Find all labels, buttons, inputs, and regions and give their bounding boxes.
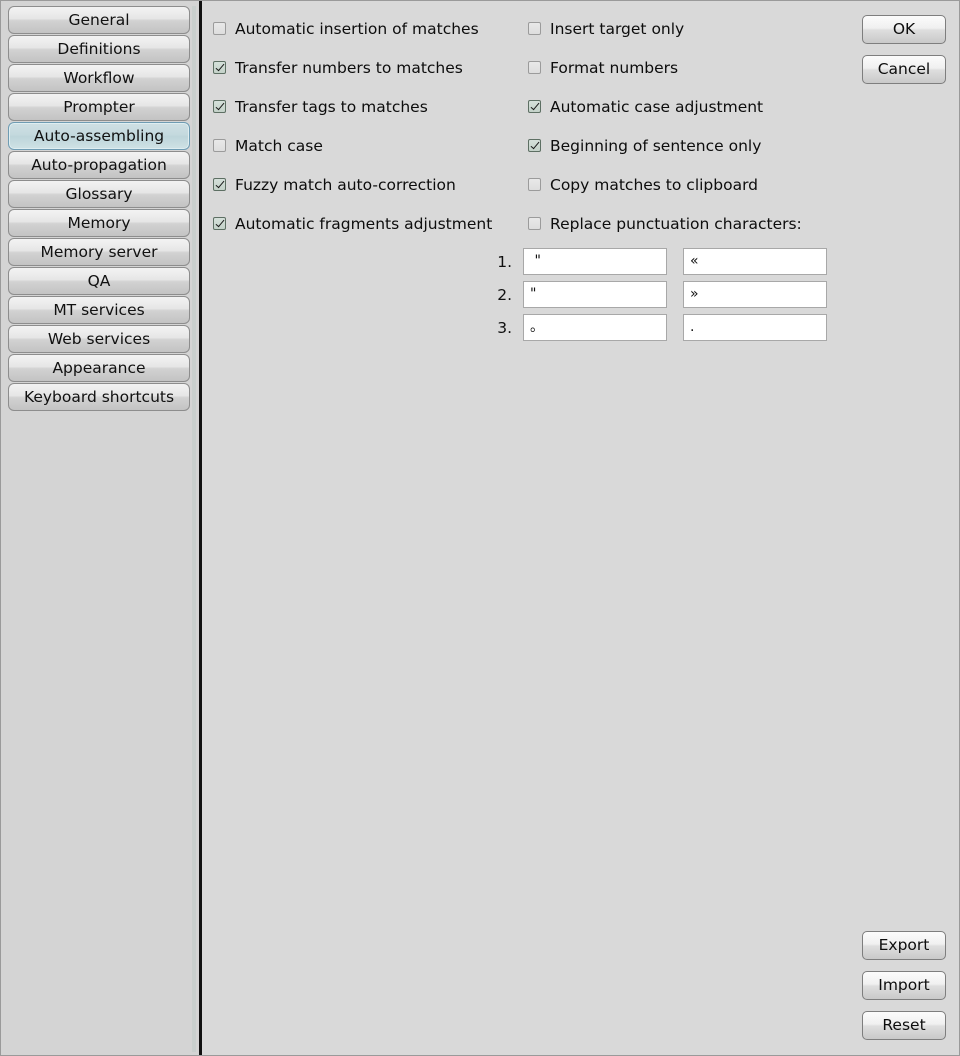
auto-assembling-panel: Automatic insertion of matches Transfer n… <box>202 1 959 1055</box>
checkbox-row-transfer-tags-to-matches[interactable]: Transfer tags to matches <box>213 87 539 126</box>
export-button[interactable]: Export <box>862 931 946 960</box>
checkbox-label: Transfer tags to matches <box>235 97 428 116</box>
preferences-sidebar: General Definitions Workflow Prompter Auto-a… <box>1 1 199 1055</box>
checkbox-label: Match case <box>235 136 323 155</box>
checkbox-row-automatic-case-adjustment[interactable]: Automatic case adjustment <box>528 87 858 126</box>
sidebar-item-web-services[interactable]: Web services <box>8 325 190 353</box>
sidebar-scrollbar-track[interactable] <box>192 6 196 1052</box>
checkbox-row-automatic-fragments-adjustment[interactable]: Automatic fragments adjustment <box>213 204 539 243</box>
punctuation-source-field[interactable]: " <box>523 248 667 275</box>
checkbox-row-insert-target-only[interactable]: Insert target only <box>528 9 858 48</box>
checkbox-checked-icon[interactable] <box>213 178 226 191</box>
options-right-column: Insert target only Format numbers Automati… <box>528 9 858 243</box>
checkbox-checked-icon[interactable] <box>213 217 226 230</box>
checkbox-row-fuzzy-match-auto-correction[interactable]: Fuzzy match auto-correction <box>213 165 539 204</box>
checkbox-checked-icon[interactable] <box>528 139 541 152</box>
checkbox-unchecked-icon[interactable] <box>213 22 226 35</box>
sidebar-item-auto-propagation[interactable]: Auto-propagation <box>8 151 190 179</box>
reset-button[interactable]: Reset <box>862 1011 946 1040</box>
import-button[interactable]: Import <box>862 971 946 1000</box>
checkbox-label: Transfer numbers to matches <box>235 58 463 77</box>
punctuation-row: 1. " « <box>490 248 850 275</box>
sidebar-item-general[interactable]: General <box>8 6 190 34</box>
punctuation-row: 3. 。. <box>490 314 850 341</box>
checkbox-unchecked-icon[interactable] <box>528 22 541 35</box>
sidebar-item-definitions[interactable]: Definitions <box>8 35 190 63</box>
checkbox-row-format-numbers[interactable]: Format numbers <box>528 48 858 87</box>
sidebar-item-workflow[interactable]: Workflow <box>8 64 190 92</box>
checkbox-label: Fuzzy match auto-correction <box>235 175 456 194</box>
checkbox-unchecked-icon[interactable] <box>528 178 541 191</box>
checkbox-label: Copy matches to clipboard <box>550 175 759 194</box>
checkbox-checked-icon[interactable] <box>213 100 226 113</box>
sidebar-nav-list: General Definitions Workflow Prompter Auto-a… <box>8 6 190 411</box>
checkbox-label: Automatic fragments adjustment <box>235 214 493 233</box>
checkbox-checked-icon[interactable] <box>213 61 226 74</box>
checkbox-row-beginning-of-sentence-only[interactable]: Beginning of sentence only <box>528 126 858 165</box>
checkbox-label: Insert target only <box>550 19 685 38</box>
preferences-dialog: General Definitions Workflow Prompter Auto-a… <box>0 0 960 1056</box>
checkbox-unchecked-icon[interactable] <box>213 139 226 152</box>
checkbox-label: Format numbers <box>550 58 679 77</box>
checkbox-label: Beginning of sentence only <box>550 136 762 155</box>
checkbox-row-automatic-insertion-of-matches[interactable]: Automatic insertion of matches <box>213 9 539 48</box>
checkbox-checked-icon[interactable] <box>528 100 541 113</box>
sidebar-item-prompter[interactable]: Prompter <box>8 93 190 121</box>
punctuation-row: 2. " » <box>490 281 850 308</box>
punctuation-row-number: 1. <box>497 252 512 271</box>
checkbox-label: Automatic case adjustment <box>550 97 764 116</box>
sidebar-item-mt-services[interactable]: MT services <box>8 296 190 324</box>
punctuation-target-field[interactable]: » <box>683 281 827 308</box>
sidebar-item-keyboard-shortcuts[interactable]: Keyboard shortcuts <box>8 383 190 411</box>
checkbox-row-transfer-numbers-to-matches[interactable]: Transfer numbers to matches <box>213 48 539 87</box>
checkbox-row-copy-matches-to-clipboard[interactable]: Copy matches to clipboard <box>528 165 858 204</box>
punctuation-target-field[interactable]: . <box>683 314 827 341</box>
checkbox-unchecked-icon[interactable] <box>528 61 541 74</box>
sidebar-item-memory[interactable]: Memory <box>8 209 190 237</box>
sidebar-item-glossary[interactable]: Glossary <box>8 180 190 208</box>
options-left-column: Automatic insertion of matches Transfer n… <box>213 9 539 243</box>
ok-button[interactable]: OK <box>862 15 946 44</box>
punctuation-replacement-table: 1. " « 2. " » 3. 。. <box>490 248 850 347</box>
checkbox-label: Replace punctuation characters: <box>550 214 802 233</box>
punctuation-row-number: 3. <box>497 318 512 337</box>
sidebar-item-memory-server[interactable]: Memory server <box>8 238 190 266</box>
checkbox-row-match-case[interactable]: Match case <box>213 126 539 165</box>
sidebar-scroll-pane[interactable]: General Definitions Workflow Prompter Auto-a… <box>8 6 196 1052</box>
cancel-button[interactable]: Cancel <box>862 55 946 84</box>
checkbox-unchecked-icon[interactable] <box>528 217 541 230</box>
sidebar-item-appearance[interactable]: Appearance <box>8 354 190 382</box>
punctuation-source-field[interactable]: 。 <box>523 314 667 341</box>
checkbox-label: Automatic insertion of matches <box>235 19 479 38</box>
punctuation-target-field[interactable]: « <box>683 248 827 275</box>
sidebar-item-qa[interactable]: QA <box>8 267 190 295</box>
checkbox-row-replace-punctuation-characters[interactable]: Replace punctuation characters: <box>528 204 858 243</box>
punctuation-row-number: 2. <box>497 285 512 304</box>
punctuation-source-field[interactable]: " <box>523 281 667 308</box>
sidebar-item-auto-assembling[interactable]: Auto-assembling <box>8 122 190 150</box>
